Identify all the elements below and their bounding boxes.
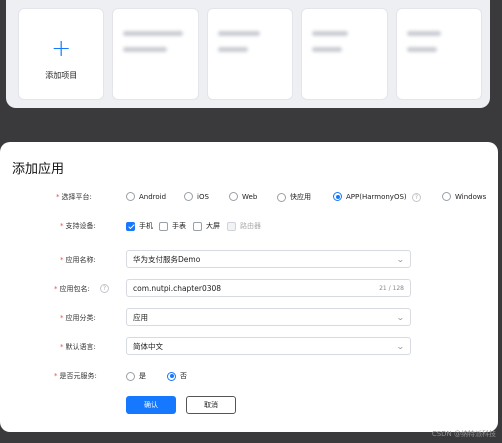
device-phone-checkbox[interactable]: 手机 [126,221,153,231]
platform-web-radio[interactable]: Web [229,192,257,201]
package-label: * 应用包名: [54,285,90,293]
checkbox-checked-icon [126,221,135,231]
device-router-checkbox: 路由器 [227,221,261,231]
project-card[interactable] [301,8,388,100]
radio-icon [442,192,451,201]
platform-windows-radio[interactable]: Windows [442,192,486,201]
meta-service-no-radio[interactable]: 否 [167,371,187,381]
radio-icon [126,371,135,381]
checkbox-icon [159,221,168,231]
blurred-text [123,31,184,36]
device-screen-checkbox[interactable]: 大屏 [193,221,220,231]
blurred-text [312,47,343,52]
blurred-text [312,31,349,36]
radio-checked-icon [167,371,176,381]
char-counter: 21 / 128 [379,284,404,292]
blurred-text [217,31,260,36]
category-select[interactable]: 应用 ⌄ [126,308,411,326]
add-app-dialog: 添加应用 * 选择平台: Android iOS Web 快应用 APP(Harm… [0,142,498,432]
blurred-text [217,47,248,52]
package-value: com.nutpi.chapter0308 [133,283,222,293]
platform-harmonyos-radio[interactable]: APP(HarmonyOS) [333,192,407,201]
language-label: * 默认语言: [60,343,96,351]
dialog-title: 添加应用 [12,162,65,177]
add-project-card[interactable]: + 添加项目 [18,8,105,100]
project-card[interactable] [395,8,483,100]
package-input[interactable]: com.nutpi.chapter0308 21 / 128 [126,279,411,297]
platform-ios-radio[interactable]: iOS [184,192,209,201]
chevron-down-icon: ⌄ [396,254,406,264]
app-name-label: * 应用名称: [60,256,96,264]
category-label: * 应用分类: [60,314,96,322]
project-list-panel: + 添加项目 [6,0,490,108]
plus-icon: + [51,33,72,62]
help-icon[interactable]: ? [100,284,109,293]
checkbox-disabled-icon [227,221,236,231]
watermark: CSDN @纳特派科技 [431,430,496,438]
radio-checked-icon [333,192,342,201]
meta-service-label: * 是否元服务: [54,372,97,380]
confirm-button[interactable]: 确认 [126,396,176,414]
project-card[interactable] [112,8,199,100]
blurred-text [406,47,437,52]
checkbox-icon [193,221,202,231]
chevron-down-icon: ⌄ [396,341,406,351]
language-value: 简体中文 [133,341,163,351]
app-name-select[interactable]: 华为支付服务Demo ⌄ [126,250,411,268]
chevron-down-icon: ⌄ [396,312,406,322]
category-value: 应用 [133,312,148,322]
radio-icon [229,192,238,201]
language-select[interactable]: 简体中文 ⌄ [126,337,411,355]
radio-icon [126,192,135,201]
project-card[interactable] [206,8,294,100]
help-icon[interactable]: ? [412,193,421,202]
meta-service-yes-radio[interactable]: 是 [126,371,146,381]
add-project-label: 添加项目 [45,70,78,80]
blurred-text [406,31,441,36]
blurred-text [123,47,168,52]
radio-icon [184,192,193,201]
platform-quickapp-radio[interactable]: 快应用 [277,192,311,202]
device-watch-checkbox[interactable]: 手表 [159,221,186,231]
cancel-button[interactable]: 取消 [186,396,236,414]
app-name-value: 华为支付服务Demo [133,254,201,264]
devices-label: * 支持设备: [60,222,96,230]
platform-android-radio[interactable]: Android [126,192,166,201]
radio-icon [277,192,286,202]
platform-label: * 选择平台: [56,193,92,201]
